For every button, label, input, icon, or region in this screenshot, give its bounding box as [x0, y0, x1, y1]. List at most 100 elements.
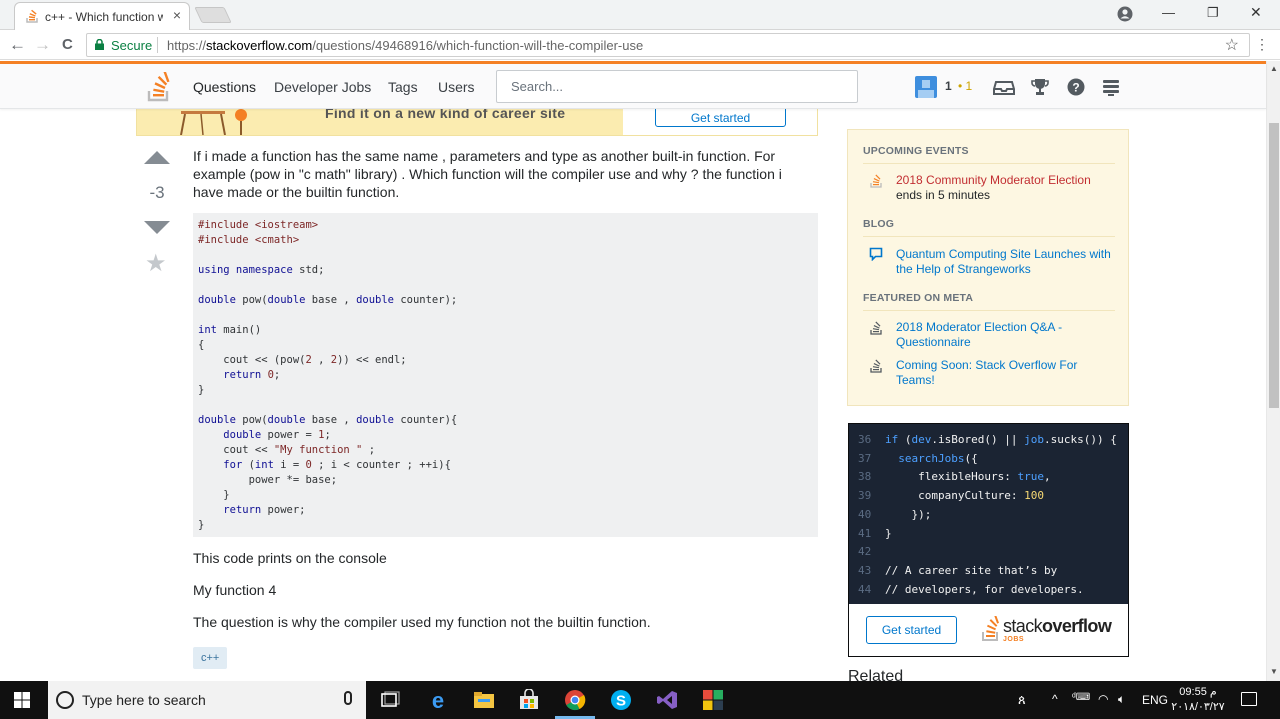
ad-code-line: // developers, for developers.: [885, 582, 1084, 596]
event-link[interactable]: 2018 Community Moderator Election: [896, 173, 1091, 187]
question-output-intro: This code prints on the console: [193, 550, 387, 566]
scroll-down-arrow-icon[interactable]: ▼: [1270, 667, 1278, 676]
site-switcher-icon[interactable]: [1100, 76, 1122, 98]
volume-icon[interactable]: 🔈︎: [1118, 692, 1125, 707]
taskbar-search-text: Type here to search: [82, 692, 206, 708]
microphone-icon[interactable]: [344, 691, 352, 705]
browser-menu-icon[interactable]: ⋮: [1255, 36, 1269, 53]
back-arrow-icon[interactable]: ←: [9, 35, 26, 55]
file-explorer-icon[interactable]: [472, 689, 496, 711]
site-search-input[interactable]: [497, 71, 837, 102]
stackoverflow-favicon-icon: [26, 9, 38, 23]
store-icon[interactable]: [517, 689, 541, 711]
scroll-up-arrow-icon[interactable]: ▲: [1270, 64, 1278, 73]
sidebar-divider: [863, 236, 1115, 237]
tag-cpp[interactable]: c++: [193, 647, 228, 669]
omnibox-divider: [157, 37, 158, 53]
downvote-arrow-icon[interactable]: [144, 221, 170, 234]
achievements-trophy-icon[interactable]: [1029, 76, 1051, 98]
window-minimize-button[interactable]: —: [1162, 5, 1175, 20]
banner-get-started-button[interactable]: Get started: [655, 109, 786, 127]
address-bar[interactable]: Secure https://stackoverflow.com/questio…: [86, 33, 1250, 57]
taskbar-search-box[interactable]: Type here to search: [48, 681, 366, 719]
favorite-star-icon[interactable]: ★: [145, 249, 167, 278]
featured-on-meta-header: FEATURED ON META: [863, 292, 974, 304]
blog-speech-bubble-icon: [869, 247, 883, 261]
ad-code-line: if (dev.isBored() || job.sucks()) {: [885, 433, 1117, 446]
meta-link[interactable]: Coming Soon: Stack Overflow For Teams!: [896, 358, 1077, 387]
blog-link[interactable]: Quantum Computing Site Launches with the…: [896, 247, 1111, 276]
clock-time: 09:55 م: [1179, 686, 1217, 698]
bookmark-star-icon[interactable]: ☆: [1225, 35, 1239, 55]
forward-arrow-icon[interactable]: →: [34, 35, 51, 55]
cortana-icon: [56, 691, 74, 709]
taskbar-clock[interactable]: 09:55 م ٢٠١٨/٠٣/٢٧: [1166, 685, 1230, 715]
question-output: My function 4: [193, 582, 277, 598]
sidebar-meta-item: 2018 Moderator Election Q&A - Questionna…: [896, 320, 1111, 350]
sidebar-divider: [863, 163, 1115, 164]
jobs-ad-footer: Get started stackoverflow JOBS: [849, 604, 1128, 656]
meta-link[interactable]: 2018 Moderator Election Q&A - Questionna…: [896, 320, 1062, 349]
question-body: If i made a function has the same name ,…: [193, 148, 782, 200]
ad-code-line: searchJobs({: [898, 451, 978, 465]
event-countdown: ends in 5 minutes: [896, 188, 991, 202]
stackoverflow-logo-icon: [982, 616, 999, 641]
reload-icon[interactable]: C: [62, 36, 73, 53]
inbox-icon[interactable]: [993, 76, 1015, 98]
blog-header: BLOG: [863, 218, 895, 230]
wifi-icon[interactable]: ◠: [1098, 692, 1108, 706]
svg-text:?: ?: [1072, 81, 1079, 95]
line-number: 44: [858, 582, 872, 596]
profile-icon[interactable]: [1116, 5, 1134, 23]
line-number: 42: [858, 545, 872, 559]
line-number: 43: [858, 563, 872, 577]
jobs-ad[interactable]: 36 if (dev.isBored() || job.sucks()) { 3…: [848, 423, 1129, 657]
line-number: 36: [858, 433, 872, 446]
logo-jobs-label: JOBS: [1003, 636, 1025, 643]
window-restore-button[interactable]: ❐: [1207, 5, 1219, 21]
browser-tab[interactable]: c++ - Which function wil ×: [14, 2, 190, 30]
task-view-icon[interactable]: [378, 689, 402, 711]
stackoverflow-logo-icon[interactable]: [146, 72, 172, 102]
line-number: 41: [858, 526, 872, 540]
skype-icon[interactable]: S: [609, 689, 633, 711]
new-tab-button[interactable]: [194, 7, 232, 23]
nav-tags[interactable]: Tags: [388, 79, 418, 95]
nav-users[interactable]: Users: [438, 79, 475, 95]
line-number: 37: [858, 451, 872, 465]
reputation-count[interactable]: 1: [945, 79, 952, 93]
tray-chevron-icon[interactable]: ^: [1052, 692, 1058, 706]
ad-code-line: companyCulture: 100: [885, 489, 1044, 503]
windows-taskbar: Type here to search e S ጰ ^ ᵈ⌨ ◠ 🔈︎ ENG …: [0, 681, 1280, 719]
input-indicator-icon[interactable]: ᵈ⌨: [1072, 692, 1090, 703]
scrollbar-thumb[interactable]: [1269, 123, 1279, 408]
url-domain: stackoverflow.com: [206, 38, 313, 53]
ad-code-line: // A career site that’s by: [885, 563, 1058, 577]
chrome-icon[interactable]: [563, 689, 587, 711]
window-close-button[interactable]: ✕: [1250, 4, 1262, 21]
notifications-icon[interactable]: [1241, 692, 1257, 706]
nav-developer-jobs[interactable]: Developer Jobs: [274, 79, 371, 95]
app-grid-icon[interactable]: [701, 689, 725, 711]
url-text: https://stackoverflow.com/questions/4946…: [167, 38, 643, 53]
question-closing: The question is why the compiler used my…: [193, 614, 651, 630]
windows-start-icon[interactable]: [14, 692, 30, 708]
sidebar-meta-item: Coming Soon: Stack Overflow For Teams!: [896, 358, 1111, 388]
page-scrollbar[interactable]: ▲ ▼: [1266, 61, 1280, 681]
tab-close-icon[interactable]: ×: [173, 7, 181, 23]
help-icon[interactable]: ?: [1065, 76, 1087, 98]
stackoverflow-jobs-logo: stackoverflow JOBS: [981, 614, 1116, 648]
stackexchange-icon: [870, 174, 882, 188]
people-icon[interactable]: ጰ: [1018, 692, 1026, 708]
user-avatar[interactable]: [915, 76, 937, 98]
visual-studio-icon[interactable]: [655, 689, 679, 711]
nav-questions[interactable]: Questions: [193, 79, 256, 95]
career-ad-banner: Find it on a new kind of career site Get…: [136, 109, 818, 136]
language-indicator[interactable]: ENG: [1142, 693, 1168, 707]
line-number: 38: [858, 470, 872, 484]
edge-browser-icon[interactable]: e: [426, 689, 450, 711]
url-scheme: https://: [167, 38, 207, 53]
upvote-arrow-icon[interactable]: [144, 151, 170, 164]
jobs-ad-get-started-button[interactable]: Get started: [866, 616, 957, 644]
ad-code-line: });: [885, 507, 932, 521]
